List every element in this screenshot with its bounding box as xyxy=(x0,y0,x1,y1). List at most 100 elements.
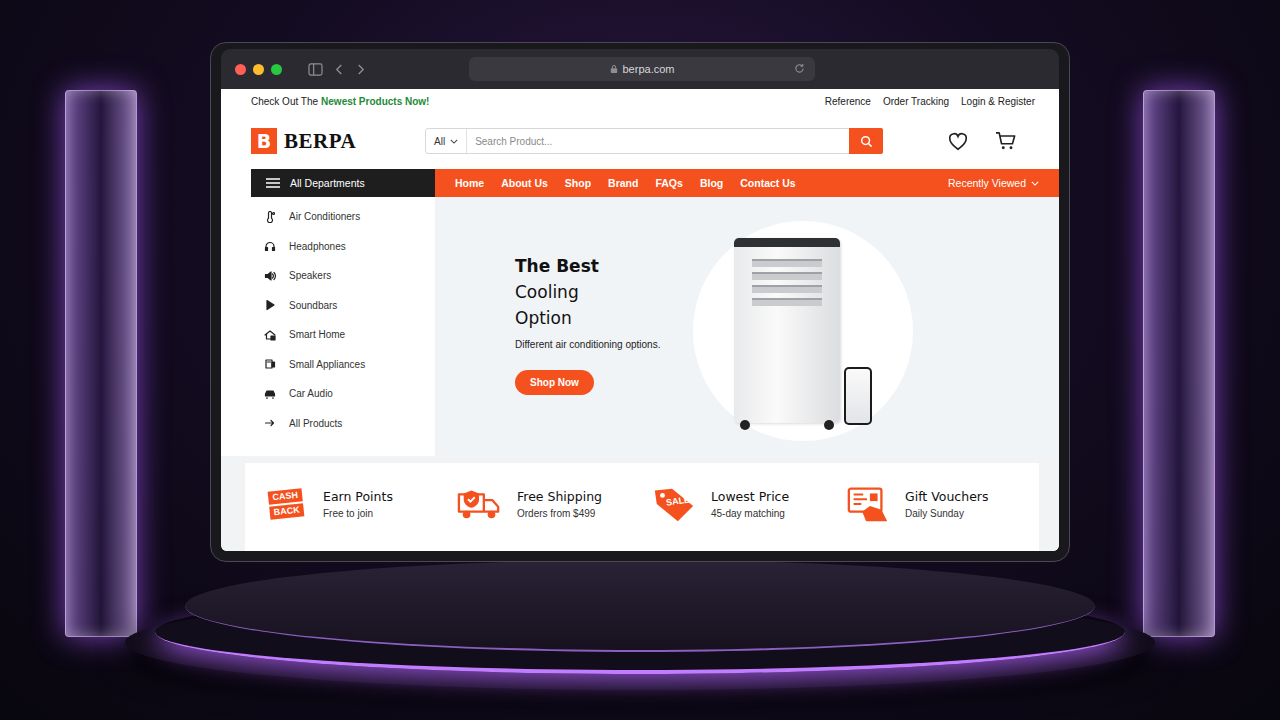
features-card: CASHBACK Earn Points Free to join Free Ship… xyxy=(245,463,1039,551)
feature-text: Lowest Price 45-day matching xyxy=(711,489,789,519)
close-button[interactable] xyxy=(235,64,246,75)
heart-icon[interactable] xyxy=(947,131,969,151)
department-label: Small Appliances xyxy=(289,359,365,370)
promo-link[interactable]: Newest Products Now! xyxy=(321,96,429,107)
feature-subtitle: 45-day matching xyxy=(711,508,789,519)
nav-link[interactable]: About Us xyxy=(501,177,548,189)
smart-home-icon xyxy=(264,329,276,341)
department-label: Soundbars xyxy=(289,300,337,311)
feature-subtitle: Daily Sunday xyxy=(905,508,989,519)
department-item[interactable]: Speakers xyxy=(251,261,435,291)
department-item[interactable]: Air Conditioners xyxy=(251,202,435,232)
hamburger-icon xyxy=(266,178,280,188)
department-item[interactable]: Headphones xyxy=(251,232,435,262)
hero-subtitle: Cooling xyxy=(515,279,693,305)
nav-link[interactable]: Home xyxy=(455,177,484,189)
back-arrow-icon[interactable] xyxy=(335,63,344,76)
voucher-icon xyxy=(845,483,891,525)
promo-prefix: Check Out The xyxy=(251,96,318,107)
window-controls xyxy=(235,64,282,75)
address-bar[interactable]: berpa.com xyxy=(469,57,815,81)
departments-button[interactable]: All Departments xyxy=(251,169,435,197)
cart-icon[interactable] xyxy=(995,131,1017,151)
feature-subtitle: Orders from $499 xyxy=(517,508,602,519)
url-text: berpa.com xyxy=(623,63,675,75)
search-button[interactable] xyxy=(849,128,883,154)
category-select[interactable]: All xyxy=(426,129,467,153)
minimize-button[interactable] xyxy=(253,64,264,75)
nav-link[interactable]: Shop xyxy=(565,177,591,189)
feature-item: Free ShippingOrders from $499 xyxy=(457,483,651,525)
search-input[interactable] xyxy=(467,129,849,153)
light-pillar xyxy=(65,90,137,637)
nav-link[interactable]: Contact Us xyxy=(740,177,795,189)
logo-mark: B xyxy=(251,128,277,154)
feature-subtitle: Free to join xyxy=(323,508,393,519)
top-link[interactable]: Login & Register xyxy=(961,96,1035,107)
browser-toolbar: berpa.com xyxy=(221,49,1059,89)
hero-title: The Best xyxy=(515,253,693,279)
department-item[interactable]: Car Audio xyxy=(251,379,435,409)
nav-links: Home About Us Shop Brand FAQs Blog Contact Us xyxy=(455,177,796,189)
nav-link[interactable]: Brand xyxy=(608,177,638,189)
category-label: All xyxy=(434,136,445,147)
cashback-badge: CASHBACK xyxy=(268,488,305,519)
reload-icon[interactable] xyxy=(794,63,805,74)
top-links: Reference Order Tracking Login & Register xyxy=(825,96,1035,107)
stage-scene: berpa.com Check Out TheNewest Products No… xyxy=(0,0,1280,720)
voucher-shape xyxy=(845,484,891,524)
department-item[interactable]: All Products xyxy=(251,409,435,439)
hero-banner: The BestCoolingOption Different air condi… xyxy=(435,197,1059,456)
top-link[interactable]: Reference xyxy=(825,96,871,107)
stage-podium xyxy=(125,555,1155,695)
nav-link[interactable]: FAQs xyxy=(655,177,682,189)
zoom-button[interactable] xyxy=(271,64,282,75)
department-item[interactable]: Smart Home xyxy=(251,320,435,350)
nav-link[interactable]: Blog xyxy=(700,177,723,189)
sale-tag-icon: SALE xyxy=(651,483,697,525)
logo[interactable]: BBERPA xyxy=(251,128,425,154)
feature-item: CASHBACK Earn Points Free to join xyxy=(263,483,457,525)
search-bar: All xyxy=(425,128,883,154)
car-icon xyxy=(264,388,276,400)
departments-label: All Departments xyxy=(290,177,365,189)
hero-description: Different air conditioning options. xyxy=(515,339,693,350)
top-link[interactable]: Order Tracking xyxy=(883,96,949,107)
feature-text: Free ShippingOrders from $499 xyxy=(517,489,602,519)
feature-text: Earn Points Free to join xyxy=(323,489,393,519)
appliance-icon xyxy=(264,358,276,370)
features-area: CASHBACK Earn Points Free to join Free Ship… xyxy=(221,456,1059,551)
department-label: All Products xyxy=(289,418,342,429)
promo-text: Check Out TheNewest Products Now! xyxy=(251,96,429,107)
ac-wheels xyxy=(740,420,834,430)
recently-viewed-label: Recently Viewed xyxy=(948,177,1026,189)
department-item[interactable]: Soundbars xyxy=(251,291,435,321)
ac-panel xyxy=(734,238,840,247)
department-label: Car Audio xyxy=(289,388,333,399)
feature-item: Gift VouchersDaily Sunday xyxy=(845,483,1039,525)
podium-top xyxy=(185,560,1095,652)
main-area: Air Conditioners Headphones Speakers Soundb… xyxy=(251,197,1059,456)
forward-arrow-icon[interactable] xyxy=(356,63,365,76)
lock-icon xyxy=(610,64,618,74)
sidebar-toggle-icon[interactable] xyxy=(308,63,323,76)
shop-now-button[interactable]: Shop Now xyxy=(515,370,594,395)
department-label: Headphones xyxy=(289,241,346,252)
department-label: Smart Home xyxy=(289,329,345,340)
feature-title: Earn Points xyxy=(323,489,393,504)
cashback-icon: CASHBACK xyxy=(263,483,309,525)
ac-vents xyxy=(752,259,822,306)
feature-text: Gift VouchersDaily Sunday xyxy=(905,489,989,519)
department-label: Air Conditioners xyxy=(289,211,360,222)
header-actions xyxy=(947,131,1017,151)
hero-subtitle: Option xyxy=(515,305,693,331)
feature-title: Lowest Price xyxy=(711,489,789,504)
air-conditioner-picture xyxy=(734,238,840,423)
recently-viewed[interactable]: Recently Viewed xyxy=(948,177,1039,189)
product-image xyxy=(693,221,913,441)
thermometer-icon xyxy=(264,211,276,223)
website: Check Out TheNewest Products Now! Referen… xyxy=(221,89,1059,551)
hero-text: The BestCoolingOption Different air condi… xyxy=(515,253,693,395)
department-item[interactable]: Small Appliances xyxy=(251,350,435,380)
nav-bar: All Departments Home About Us Shop Brand FAQs… xyxy=(251,169,1059,197)
